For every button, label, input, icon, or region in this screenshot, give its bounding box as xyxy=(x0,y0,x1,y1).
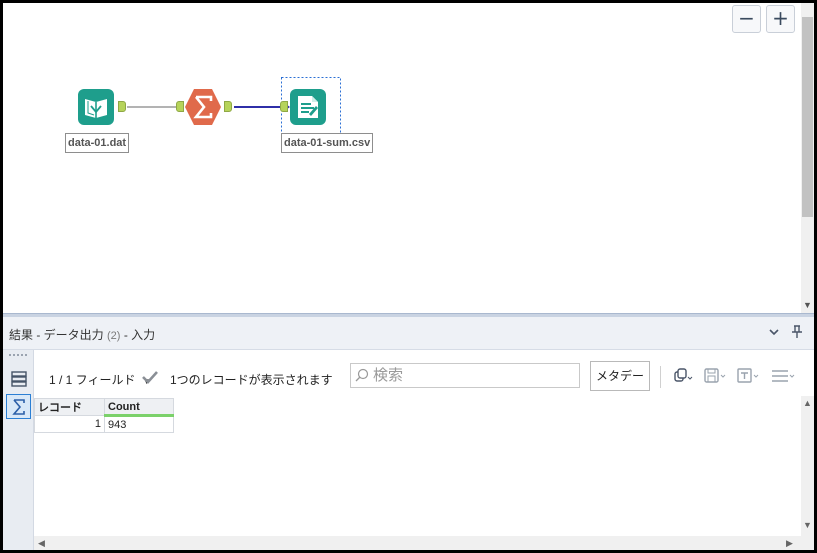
copy-icon[interactable] xyxy=(672,368,694,386)
results-title-main: 結果 - データ出力 xyxy=(9,328,104,342)
chevron-down-icon[interactable] xyxy=(768,325,780,341)
scroll-right-arrow-icon[interactable]: ▶ xyxy=(786,538,793,549)
search-box[interactable] xyxy=(350,363,580,388)
summarize-tool[interactable] xyxy=(184,88,222,126)
input-data-tool[interactable] xyxy=(77,88,115,126)
record-number-cell: 1 xyxy=(34,415,105,433)
connection-lines xyxy=(127,77,341,134)
scroll-up-arrow-icon[interactable]: ▲ xyxy=(803,398,812,408)
output-data-icon xyxy=(290,89,326,125)
grip-handle[interactable] xyxy=(9,354,27,357)
metadata-button[interactable]: メタデータ xyxy=(590,361,650,411)
scroll-left-arrow-icon[interactable]: ◀ xyxy=(38,538,45,549)
input-data-book-icon xyxy=(78,89,114,125)
workflow-window: data-01.dat data-01-sum.csv − + ▼ 結果 - デ… xyxy=(3,3,814,550)
input-output-anchor[interactable] xyxy=(118,101,126,112)
menu-icon[interactable] xyxy=(771,368,797,386)
output-data-tool[interactable] xyxy=(289,88,327,126)
workflow-canvas[interactable]: data-01.dat data-01-sum.csv − + xyxy=(3,3,801,313)
results-title-anchor: (2) xyxy=(107,330,121,342)
results-side-bar xyxy=(3,350,34,550)
results-toolbar: 1 / 1 フィールド ▼ 1つのレコードが表示されます メタデータ xyxy=(34,350,814,411)
scroll-down-arrow-icon[interactable]: ▼ xyxy=(801,299,814,311)
results-table: レコード Count 1 943 xyxy=(34,398,174,433)
toolbar-separator xyxy=(660,366,661,388)
column-header-record[interactable]: レコード xyxy=(34,398,105,416)
scroll-down-arrow-icon[interactable]: ▼ xyxy=(803,520,812,530)
table-view-icon[interactable] xyxy=(6,366,31,391)
summarize-sigma-icon xyxy=(185,89,221,125)
grid-vertical-scrollbar[interactable]: ▲ ▼ xyxy=(801,396,814,536)
input-tool-label: data-01.dat xyxy=(65,133,130,153)
results-title-suffix: - 入力 xyxy=(123,328,156,342)
count-cell[interactable]: 943 xyxy=(104,415,174,433)
canvas-scroll-thumb[interactable] xyxy=(802,17,813,217)
field-selector[interactable]: 1 / 1 フィールド ▼ xyxy=(49,371,151,388)
column-header-count[interactable]: Count xyxy=(104,398,174,417)
results-grid[interactable]: レコード Count 1 943 xyxy=(34,396,801,536)
summarize-output-anchor[interactable] xyxy=(224,101,232,112)
zoom-out-button[interactable]: − xyxy=(732,5,761,33)
results-title: 結果 - データ出力 (2) - 入力 xyxy=(9,326,155,343)
output-input-anchor[interactable] xyxy=(280,101,288,112)
grid-horizontal-scrollbar[interactable]: ◀ ▶ xyxy=(34,536,801,550)
scrollbar-corner xyxy=(801,536,814,550)
save-icon[interactable] xyxy=(704,368,728,386)
results-panel-header: 結果 - データ出力 (2) - 入力 xyxy=(3,317,814,350)
field-count: 1 / 1 フィールド xyxy=(49,373,136,387)
zoom-in-button[interactable]: + xyxy=(766,5,795,33)
table-row[interactable]: 1 943 xyxy=(34,415,174,433)
canvas-vertical-scrollbar[interactable]: ▼ xyxy=(801,3,814,313)
summarize-input-anchor[interactable] xyxy=(176,101,184,112)
records-shown-text: 1つのレコードが表示されます xyxy=(170,373,333,387)
checkmark-icon xyxy=(142,370,158,388)
add-to-canvas-icon[interactable] xyxy=(737,368,761,386)
pin-icon[interactable] xyxy=(790,325,804,342)
search-input[interactable] xyxy=(373,366,573,385)
search-icon xyxy=(355,368,369,385)
output-tool-label: data-01-sum.csv xyxy=(281,133,374,153)
sigma-summary-icon[interactable] xyxy=(6,394,31,419)
